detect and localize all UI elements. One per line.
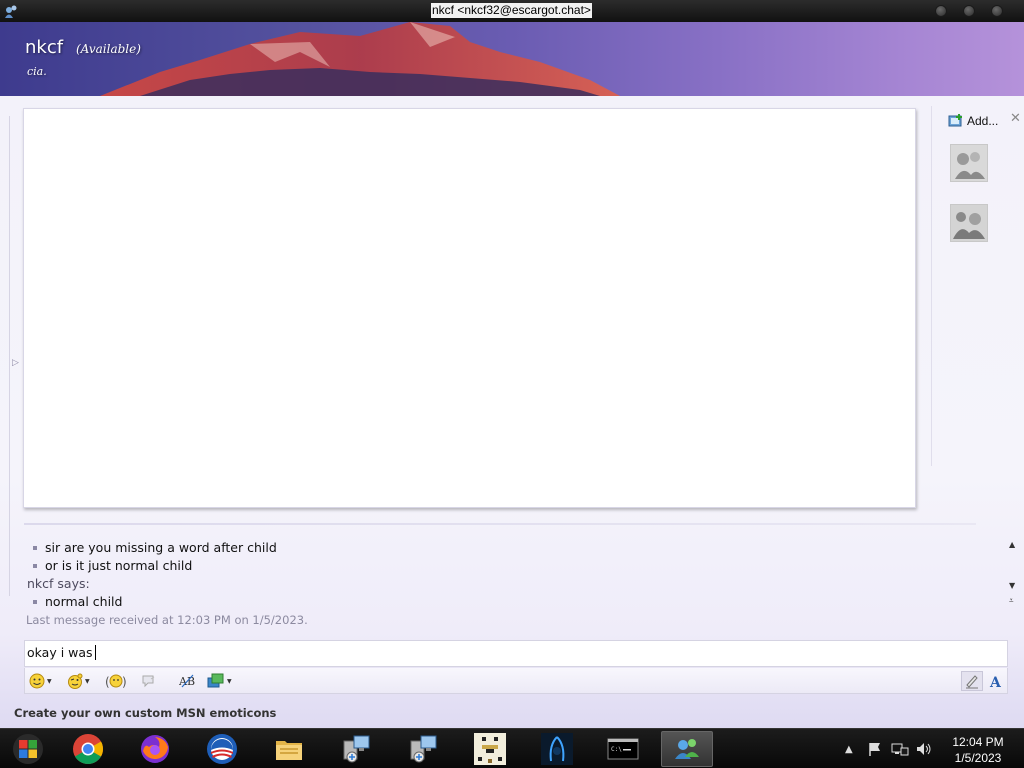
message-bullet bbox=[33, 546, 37, 550]
message-input-text: okay i was bbox=[27, 645, 93, 660]
network-setup-taskbar-button[interactable] bbox=[330, 731, 382, 767]
scroll-to-end-icon[interactable]: ⩡ bbox=[1009, 596, 1014, 606]
conversation-history: sir are you missing a word after child o… bbox=[24, 538, 1010, 610]
svg-text:C:\: C:\ bbox=[611, 746, 622, 753]
history-line: normal child bbox=[45, 594, 123, 609]
voice-clip-button[interactable] bbox=[141, 673, 157, 689]
mountain-background-image bbox=[100, 22, 620, 96]
contact-name: nkcf bbox=[25, 37, 64, 58]
scroll-up-arrow-icon[interactable]: ▲ bbox=[1009, 540, 1015, 549]
chrome-taskbar-button[interactable] bbox=[62, 731, 114, 767]
show-hidden-icons-icon[interactable]: ▲ bbox=[845, 744, 853, 755]
svg-text:A: A bbox=[989, 675, 1002, 689]
history-line: or is it just normal child bbox=[45, 558, 193, 573]
font-button[interactable]: A bbox=[988, 673, 1004, 689]
contact-header-banner: nkcf (Available) cia. bbox=[0, 22, 1024, 96]
start-orb-icon bbox=[13, 734, 43, 764]
expand-panel-arrow-icon[interactable]: ▷ bbox=[12, 358, 19, 368]
obama-logo-taskbar-button[interactable] bbox=[196, 731, 248, 767]
minimize-button[interactable] bbox=[935, 5, 947, 17]
scroll-down-arrow-icon[interactable]: ▼ bbox=[1009, 581, 1015, 590]
network-setup-icon bbox=[343, 735, 370, 763]
taskbar-clock[interactable]: 12:04 PM 1/5/2023 bbox=[944, 734, 1012, 766]
chevron-down-icon: ▼ bbox=[227, 677, 232, 685]
compose-toolbar: ▼ ▼ () AB ▼ A bbox=[24, 668, 1008, 694]
message-bullet bbox=[33, 600, 37, 604]
fortnite-taskbar-button[interactable] bbox=[531, 731, 583, 767]
messenger-icon bbox=[675, 739, 699, 759]
custom-emoticons-promo-link[interactable]: Create your own custom MSN emoticons bbox=[14, 706, 276, 720]
action-center-flag-icon[interactable] bbox=[867, 741, 883, 757]
clock-date: 1/5/2023 bbox=[954, 751, 1002, 765]
pixel-game-icon bbox=[474, 733, 506, 765]
left-panel-divider bbox=[9, 116, 13, 596]
contact-display-picture[interactable] bbox=[950, 144, 988, 182]
conversation-separator bbox=[24, 523, 976, 525]
file-explorer-taskbar-button[interactable] bbox=[263, 731, 315, 767]
messenger-taskbar-button[interactable] bbox=[661, 731, 713, 767]
nudge-icon: () bbox=[105, 674, 127, 689]
clock-time: 12:04 PM bbox=[952, 735, 1004, 749]
contact-status: (Available) bbox=[76, 42, 141, 56]
last-message-timestamp: Last message received at 12:03 PM on 1/5… bbox=[26, 613, 308, 627]
message-bullet bbox=[33, 564, 37, 568]
chrome-icon bbox=[73, 734, 104, 765]
close-panel-icon[interactable]: ✕ bbox=[1010, 111, 1021, 126]
add-label: Add... bbox=[967, 114, 999, 128]
maximize-button[interactable] bbox=[963, 5, 975, 17]
sender-says-label: nkcf says: bbox=[27, 576, 90, 591]
background-icon bbox=[207, 673, 224, 688]
firefox-taskbar-button[interactable] bbox=[129, 731, 181, 767]
title-bar[interactable]: nkcf <nkcf32@escargot.chat> bbox=[0, 0, 1024, 22]
history-line: sir are you missing a word after child bbox=[45, 540, 277, 555]
conversation-window: ▷ bbox=[0, 96, 1024, 728]
fortnite-icon bbox=[541, 733, 573, 765]
add-contact-button[interactable]: Add... bbox=[948, 113, 998, 129]
user-display-picture[interactable] bbox=[950, 204, 988, 242]
close-button[interactable] bbox=[991, 5, 1003, 17]
file-explorer-icon bbox=[276, 741, 302, 760]
svg-text:(: ( bbox=[105, 675, 110, 689]
chevron-down-icon: ▼ bbox=[47, 677, 52, 685]
text-caret bbox=[94, 645, 96, 660]
spell-check-icon: AB bbox=[179, 674, 195, 688]
messenger-app-icon[interactable] bbox=[2, 2, 20, 20]
wink-button[interactable]: ▼ bbox=[67, 673, 90, 689]
font-icon: A bbox=[989, 675, 1002, 689]
command-prompt-taskbar-button[interactable]: C:\ bbox=[597, 731, 649, 767]
chevron-down-icon: ▼ bbox=[85, 677, 90, 685]
command-prompt-icon: C:\ bbox=[607, 738, 639, 760]
volume-icon[interactable] bbox=[915, 741, 933, 757]
add-contact-icon bbox=[948, 114, 962, 127]
obama-logo-icon bbox=[207, 734, 237, 764]
message-input[interactable]: okay i was bbox=[24, 640, 1008, 667]
handwriting-button[interactable] bbox=[961, 671, 983, 691]
spell-check-button[interactable]: AB bbox=[179, 673, 197, 689]
taskbar: C:\ ▲ 12:04 PM 1/5/2023 bbox=[0, 728, 1024, 768]
background-button[interactable]: ▼ bbox=[207, 673, 232, 689]
emoticon-button[interactable]: ▼ bbox=[29, 673, 52, 689]
firefox-icon bbox=[141, 735, 169, 763]
emoticon-icon bbox=[29, 673, 45, 689]
voice-clip-icon bbox=[142, 675, 155, 688]
wink-icon bbox=[68, 673, 83, 689]
network-setup-2-icon bbox=[410, 735, 437, 763]
nudge-button[interactable]: () bbox=[105, 673, 127, 689]
start-button[interactable] bbox=[2, 731, 54, 767]
svg-text:): ) bbox=[122, 675, 127, 689]
contact-personal-message: cia. bbox=[27, 65, 47, 78]
window-title: nkcf <nkcf32@escargot.chat> bbox=[431, 3, 592, 18]
network-setup-2-taskbar-button[interactable] bbox=[397, 731, 449, 767]
network-icon[interactable] bbox=[891, 741, 909, 757]
system-tray: ▲ bbox=[845, 739, 933, 759]
handwriting-icon bbox=[966, 675, 978, 689]
pixel-game-taskbar-button[interactable] bbox=[464, 731, 516, 767]
activity-pane bbox=[23, 108, 916, 508]
